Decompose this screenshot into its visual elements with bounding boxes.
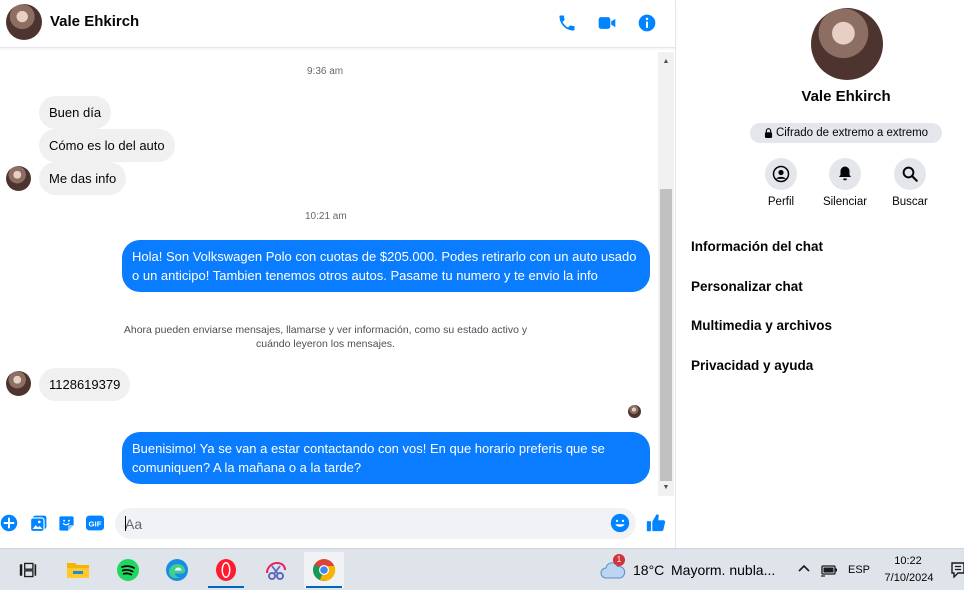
messenger-window: Vale Ehkirch 9:36 am Buen día Cómo es lo… xyxy=(0,0,964,590)
menu-chat-info[interactable]: Información del chat xyxy=(691,239,823,254)
scroll-down-icon[interactable]: ▼ xyxy=(658,480,674,494)
chevron-up-icon[interactable] xyxy=(797,561,811,576)
menu-media-files[interactable]: Multimedia y archivos xyxy=(691,318,832,333)
windows-taskbar: 1 18°C Mayorm. nubla... ESP 10:22 7/10/2… xyxy=(0,548,964,590)
weather-cloud-icon[interactable]: 1 xyxy=(600,554,626,582)
search-icon xyxy=(894,158,926,190)
sticker-icon[interactable] xyxy=(56,513,76,533)
bell-icon xyxy=(829,158,861,190)
contact-avatar[interactable] xyxy=(6,4,42,40)
input-language[interactable]: ESP xyxy=(848,564,870,576)
search-button[interactable]: Buscar xyxy=(880,158,940,208)
outgoing-message[interactable]: Buenisimo! Ya se van a estar contactando… xyxy=(122,432,650,484)
emoji-icon[interactable] xyxy=(610,513,630,533)
profile-name: Vale Ehkirch xyxy=(801,88,891,105)
profile-button[interactable]: Perfil xyxy=(751,158,811,208)
system-note: Ahora pueden enviarse mensajes, llamarse… xyxy=(123,324,528,350)
clock-date[interactable]: 7/10/2024 xyxy=(880,572,938,584)
clock-time[interactable]: 10:22 xyxy=(880,555,936,567)
incoming-message[interactable]: Cómo es lo del auto xyxy=(39,129,175,162)
seen-indicator-avatar xyxy=(628,405,641,418)
file-explorer-icon[interactable] xyxy=(58,552,98,588)
edge-icon[interactable] xyxy=(157,552,197,588)
user-circle-icon xyxy=(765,158,797,190)
task-view-icon[interactable] xyxy=(8,552,48,588)
timestamp: 10:21 am xyxy=(305,211,347,222)
chat-header: Vale Ehkirch xyxy=(0,0,676,48)
profile-button-label: Perfil xyxy=(767,196,795,208)
weather-temperature[interactable]: 18°C xyxy=(633,562,664,578)
mute-button[interactable]: Silenciar xyxy=(815,158,875,208)
plus-icon[interactable] xyxy=(0,513,19,533)
weather-description[interactable]: Mayorm. nubla... xyxy=(671,562,775,578)
e2e-badge[interactable]: Cifrado de extremo a extremo xyxy=(750,123,942,143)
scroll-thumb[interactable] xyxy=(660,189,672,481)
message-input[interactable] xyxy=(115,508,636,539)
notification-icon[interactable] xyxy=(951,562,964,579)
incoming-message[interactable]: 1128619379 xyxy=(39,368,131,401)
like-icon[interactable] xyxy=(645,512,667,534)
opera-icon[interactable] xyxy=(206,552,246,588)
chat-info-panel: Vale Ehkirch Cifrado de extremo a extrem… xyxy=(677,0,964,548)
scroll-up-icon[interactable]: ▲ xyxy=(658,54,674,68)
phone-icon[interactable] xyxy=(556,12,578,34)
battery-icon[interactable] xyxy=(820,563,838,577)
scrollbar[interactable]: ▲ ▼ xyxy=(658,52,674,496)
spotify-icon[interactable] xyxy=(108,552,148,588)
sender-avatar[interactable] xyxy=(6,166,31,191)
lock-icon xyxy=(764,128,773,138)
chrome-icon[interactable] xyxy=(304,552,344,588)
e2e-badge-label: Cifrado de extremo a extremo xyxy=(775,127,929,139)
menu-customize-chat[interactable]: Personalizar chat xyxy=(691,279,803,294)
gif-icon[interactable]: GIF xyxy=(85,513,105,533)
snipping-tool-icon[interactable] xyxy=(256,552,296,588)
mute-button-label: Silenciar xyxy=(822,196,868,208)
message-list: 9:36 am Buen día Cómo es lo del auto Me … xyxy=(0,52,658,496)
search-button-label: Buscar xyxy=(892,196,928,208)
chat-pane: Vale Ehkirch 9:36 am Buen día Cómo es lo… xyxy=(0,0,676,548)
timestamp: 9:36 am xyxy=(307,66,344,77)
video-camera-icon[interactable] xyxy=(596,12,618,34)
svg-text:GIF: GIF xyxy=(89,520,102,529)
image-icon[interactable] xyxy=(28,513,48,533)
text-caret xyxy=(125,516,126,531)
weather-badge: 1 xyxy=(613,554,625,566)
contact-name[interactable]: Vale Ehkirch xyxy=(50,13,139,30)
menu-privacy-help[interactable]: Privacidad y ayuda xyxy=(691,358,813,373)
sender-avatar[interactable] xyxy=(6,371,31,396)
outgoing-message[interactable]: Hola! Son Volkswagen Polo con cuotas de … xyxy=(122,240,650,292)
incoming-message[interactable]: Me das info xyxy=(39,162,127,195)
profile-avatar[interactable] xyxy=(811,8,883,80)
composer: GIF xyxy=(0,500,676,548)
incoming-message[interactable]: Buen día xyxy=(39,96,112,129)
info-icon[interactable] xyxy=(636,12,658,34)
